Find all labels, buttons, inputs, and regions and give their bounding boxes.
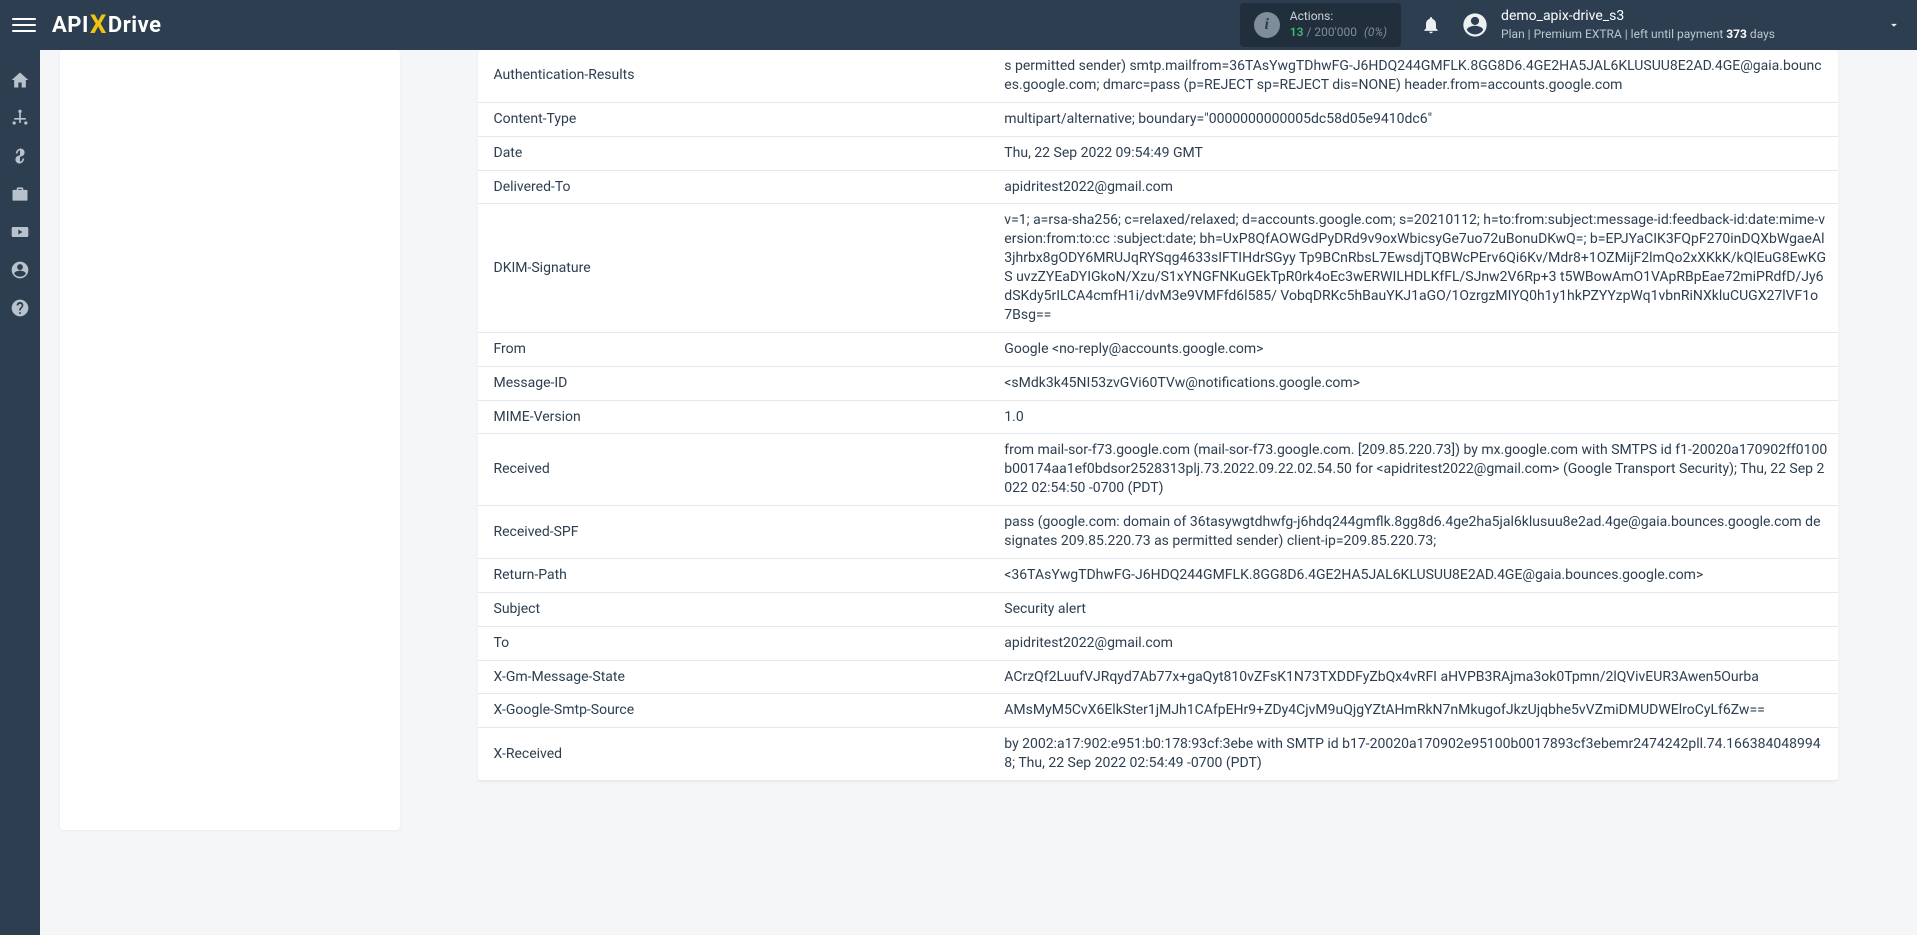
header-key: To — [478, 626, 995, 660]
table-row: Delivered-Toapidritest2022@gmail.com — [478, 170, 1838, 204]
sidebar — [0, 50, 40, 935]
table-row: X-Google-Smtp-SourceAMsMyM5CvX6ElkSter1j… — [478, 694, 1838, 728]
actions-counter[interactable]: i Actions: 13 / 200'000 (0%) — [1240, 3, 1401, 46]
header-key: Authentication-Results — [478, 50, 995, 102]
user-meta: demo_apix-drive_s3 Plan | Premium EXTRA … — [1501, 7, 1775, 43]
header-key: X-Gm-Message-State — [478, 660, 995, 694]
header-value: Thu, 22 Sep 2022 09:54:49 GMT — [994, 136, 1837, 170]
table-row: X-Gm-Message-StateACrzQf2LuufVJRqyd7Ab77… — [478, 660, 1838, 694]
header-value: pass (google.com: domain of 36tasywgtdhw… — [994, 506, 1837, 559]
logo-drive: Drive — [108, 13, 162, 38]
data-panel: Authentication-Resultss permitted sender… — [478, 50, 1838, 781]
header-key: Received — [478, 434, 995, 506]
table-row: Return-Path<36TAsYwgTDhwFG-J6HDQ244GMFLK… — [478, 558, 1838, 592]
actions-text: Actions: 13 / 200'000 (0%) — [1290, 9, 1387, 40]
plan-days-unit: days — [1750, 27, 1775, 41]
actions-sep: / — [1306, 25, 1311, 39]
info-icon: i — [1254, 12, 1280, 38]
username: demo_apix-drive_s3 — [1501, 7, 1775, 27]
menu-toggle[interactable] — [12, 13, 36, 37]
plan-name: Premium EXTRA — [1534, 27, 1622, 41]
plan-mid: | left until payment — [1625, 27, 1724, 41]
header-value: s permitted sender) smtp.mailfrom=36TAsY… — [994, 50, 1837, 102]
video-icon[interactable] — [10, 222, 30, 242]
header-key: Delivered-To — [478, 170, 995, 204]
header-value: AMsMyM5CvX6ElkSter1jMJh1CAfpEHr9+ZDy4Cjv… — [994, 694, 1837, 728]
header-value: 1.0 — [994, 400, 1837, 434]
header-value: by 2002:a17:902:e951:b0:178:93cf:3ebe wi… — [994, 728, 1837, 781]
home-icon[interactable] — [10, 70, 30, 90]
actions-max: 200'000 — [1314, 25, 1357, 39]
header-value: Google <no-reply@accounts.google.com> — [994, 332, 1837, 366]
table-row: Toapidritest2022@gmail.com — [478, 626, 1838, 660]
connections-icon[interactable] — [10, 108, 30, 128]
header-key: Date — [478, 136, 995, 170]
profile-icon[interactable] — [10, 260, 30, 280]
header-key: DKIM-Signature — [478, 204, 995, 332]
header-value: from mail-sor-f73.google.com (mail-sor-f… — [994, 434, 1837, 506]
header-key: X-Google-Smtp-Source — [478, 694, 995, 728]
left-blank-panel — [60, 50, 400, 830]
header-key: MIME-Version — [478, 400, 995, 434]
table-row: X-Receivedby 2002:a17:902:e951:b0:178:93… — [478, 728, 1838, 781]
chevron-down-icon[interactable] — [1887, 18, 1901, 32]
header-value: Security alert — [994, 592, 1837, 626]
actions-current: 13 — [1290, 25, 1304, 39]
header-value: <sMdk3k45NI53zvGVi60TVw@notifications.go… — [994, 366, 1837, 400]
avatar-icon — [1461, 11, 1489, 39]
table-row: FromGoogle <no-reply@accounts.google.com… — [478, 332, 1838, 366]
headers-table: Authentication-Resultss permitted sender… — [478, 50, 1838, 781]
plan-days: 373 — [1726, 27, 1747, 41]
logo[interactable]: API X Drive — [52, 10, 161, 40]
header-value: multipart/alternative; boundary="0000000… — [994, 102, 1837, 136]
header-value: v=1; a=rsa-sha256; c=relaxed/relaxed; d=… — [994, 204, 1837, 332]
actions-label: Actions: — [1290, 9, 1387, 25]
table-row: Received-SPFpass (google.com: domain of … — [478, 506, 1838, 559]
briefcase-icon[interactable] — [10, 184, 30, 204]
header-value: apidritest2022@gmail.com — [994, 170, 1837, 204]
header-key: Content-Type — [478, 102, 995, 136]
billing-icon[interactable] — [10, 146, 30, 166]
table-row: Content-Typemultipart/alternative; bound… — [478, 102, 1838, 136]
logo-api: API — [52, 13, 89, 38]
plan-prefix: Plan | — [1501, 27, 1531, 41]
table-row: Receivedfrom mail-sor-f73.google.com (ma… — [478, 434, 1838, 506]
table-row: Message-ID<sMdk3k45NI53zvGVi60TVw@notifi… — [478, 366, 1838, 400]
bell-icon[interactable] — [1421, 15, 1441, 35]
header-value: apidritest2022@gmail.com — [994, 626, 1837, 660]
header-key: Received-SPF — [478, 506, 995, 559]
header-value: <36TAsYwgTDhwFG-J6HDQ244GMFLK.8GG8D6.4GE… — [994, 558, 1837, 592]
user-menu[interactable]: demo_apix-drive_s3 Plan | Premium EXTRA … — [1461, 7, 1905, 43]
actions-percent: (0%) — [1364, 25, 1387, 39]
table-row: DateThu, 22 Sep 2022 09:54:49 GMT — [478, 136, 1838, 170]
logo-x: X — [90, 10, 107, 40]
header-key: X-Received — [478, 728, 995, 781]
help-icon[interactable] — [10, 298, 30, 318]
main-content: Authentication-Resultss permitted sender… — [40, 50, 1917, 870]
header-key: Return-Path — [478, 558, 995, 592]
header-key: Message-ID — [478, 366, 995, 400]
header-key: From — [478, 332, 995, 366]
table-row: DKIM-Signaturev=1; a=rsa-sha256; c=relax… — [478, 204, 1838, 332]
header-key: Subject — [478, 592, 995, 626]
table-row: Authentication-Resultss permitted sender… — [478, 50, 1838, 102]
header-value: ACrzQf2LuufVJRqyd7Ab77x+gaQyt810vZFsK1N7… — [994, 660, 1837, 694]
table-row: SubjectSecurity alert — [478, 592, 1838, 626]
app-header: API X Drive i Actions: 13 / 200'000 (0%)… — [0, 0, 1917, 50]
table-row: MIME-Version1.0 — [478, 400, 1838, 434]
